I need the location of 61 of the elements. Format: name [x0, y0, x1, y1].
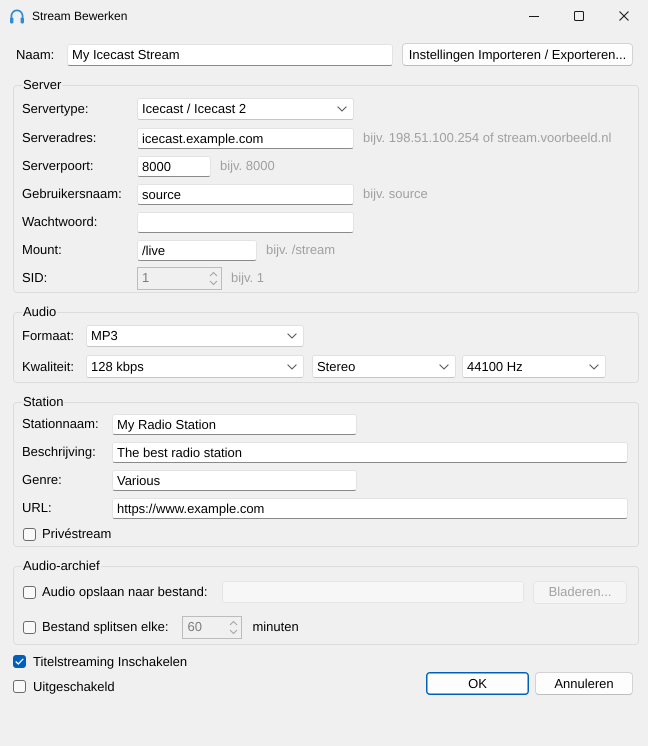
headphones-icon [9, 8, 25, 24]
text-field[interactable] [137, 212, 354, 232]
hint-text: bijv. source [363, 186, 428, 202]
checkbox[interactable] [13, 680, 26, 693]
import-export-button[interactable]: Instellingen Importeren / Exporteren... [402, 43, 633, 66]
field-label: Gebruikersnaam: [22, 186, 123, 202]
dropdown[interactable]: 128 kbps [86, 355, 304, 378]
field-label: Formaat: [22, 328, 76, 344]
field-label: Serveradres: [22, 130, 98, 146]
group-title: Audio-archief [22, 558, 101, 574]
chevron-down-icon [589, 364, 599, 370]
hint-text: bijv. 8000 [220, 158, 275, 174]
dropdown[interactable]: MP3 [86, 324, 304, 346]
checkbox-label: Audio opslaan naar bestand: [42, 584, 208, 600]
hint-text: bijv. 198.51.100.254 of stream.voorbeeld.nl [363, 130, 612, 146]
ok-button[interactable]: OK [426, 672, 529, 695]
text-field[interactable]: source [137, 184, 354, 204]
text-field[interactable]: https://www.example.com [112, 498, 628, 518]
cancel-button[interactable]: Annuleren [535, 672, 633, 695]
field-label: URL: [22, 500, 53, 516]
chevron-down-icon [337, 106, 347, 112]
field-label: Kwaliteit: [22, 358, 76, 374]
field-label: SID: [22, 270, 48, 286]
window-title: Stream Bewerken [32, 8, 128, 24]
field-label: Wachtwoord: [22, 214, 98, 230]
close-icon[interactable] [618, 11, 628, 21]
hint-text: bijv. /stream [266, 242, 336, 258]
checkbox-label: Titelstreaming Inschakelen [33, 654, 188, 670]
checkmark-icon [15, 658, 24, 665]
text-field[interactable]: My Icecast Stream [67, 44, 393, 66]
group-title: Station [22, 394, 64, 410]
field-label: Naam: [15, 46, 56, 62]
checkbox[interactable] [23, 586, 36, 598]
field-label: Stationnaam: [22, 416, 100, 432]
text-field[interactable]: The best radio station [112, 442, 628, 462]
group-title: Audio [22, 304, 58, 320]
text-field[interactable]: Various [112, 470, 357, 490]
text-field[interactable]: /live [137, 240, 257, 260]
text-field[interactable]: My Radio Station [112, 414, 357, 434]
text-field[interactable]: 8000 [137, 156, 211, 176]
group-title: Server [22, 77, 62, 93]
field-label: Beschrijving: [22, 444, 97, 460]
dropdown[interactable]: Icecast / Icecast 2 [137, 98, 354, 120]
checkbox-label: Bestand splitsen elke: [42, 619, 168, 635]
chevron-down-icon [287, 332, 297, 338]
checkbox-label: Privéstream [42, 526, 112, 542]
field-label: Genre: [22, 472, 63, 488]
field-label: Mount: [22, 242, 63, 258]
maximize-icon[interactable] [574, 11, 584, 21]
checkbox[interactable] [23, 528, 36, 540]
hint-text: bijv. 1 [231, 270, 264, 286]
chevron-down-icon [287, 364, 297, 370]
dropdown[interactable]: 44100 Hz [462, 355, 606, 378]
text-field[interactable]: icecast.example.com [137, 128, 354, 148]
checkbox[interactable] [13, 655, 26, 668]
dropdown[interactable]: Stereo [312, 355, 456, 378]
field-label: Servertype: [22, 101, 90, 117]
chevron-down-icon [439, 364, 449, 370]
checkbox-label: Uitgeschakeld [33, 678, 115, 694]
unit-label: minuten [252, 619, 299, 635]
field-label: Serverpoort: [22, 158, 95, 174]
